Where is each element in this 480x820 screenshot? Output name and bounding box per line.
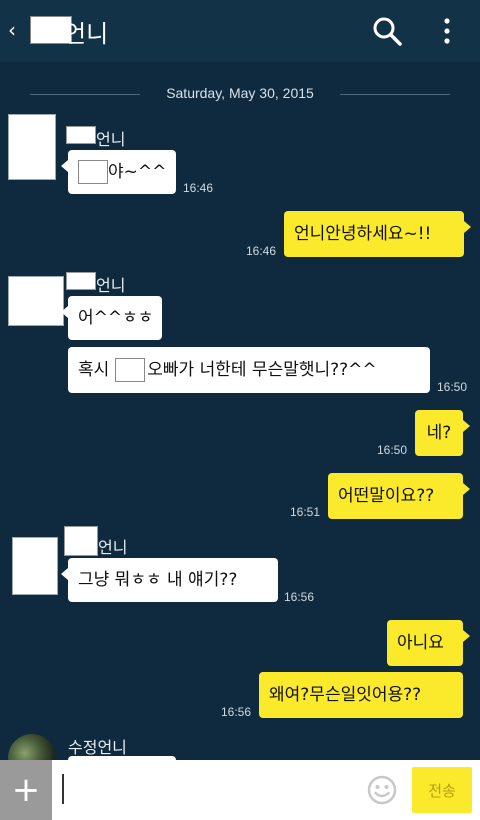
message-bubble[interactable]: 아니요 [387,620,470,666]
date-text: Saturday, May 30, 2015 [166,85,314,101]
chat-title: 언니 [64,20,109,48]
message-text: 어떤말이요?? [338,485,435,506]
redaction-box [64,526,98,556]
message-text: 야~^^ [108,161,167,182]
message-bubble[interactable]: 언니안녕하세요~!! [284,211,471,257]
redaction-box [66,126,96,144]
message-bubble[interactable]: 어떤말이요?? [328,473,470,519]
message-text: 왜여?무슨일잇어용?? [269,684,422,705]
message-time: 16:50 [377,443,408,457]
message-bubble[interactable]: 어^^ㅎㅎ [61,296,162,340]
message-text: 아니요 [397,632,444,653]
search-icon[interactable] [370,14,404,48]
message-input[interactable] [58,770,358,810]
redaction-box [115,358,146,382]
message-bubble[interactable]: 네? [415,410,470,456]
message-text: 어^^ㅎㅎ [78,307,154,328]
message-time: 16:51 [290,505,321,519]
smiley-icon[interactable] [366,774,398,806]
send-button[interactable]: 전송 [412,767,472,813]
text-cursor [62,774,64,804]
sender-name: 수정언니 [68,738,127,757]
back-icon[interactable]: ‹ [8,18,16,42]
message-text: 언니안녕하세요~!! [294,223,432,244]
redaction-box [78,160,108,184]
attach-button[interactable]: + [0,760,52,820]
sender-name: 언니 [96,130,126,149]
more-vertical-icon[interactable] [432,14,462,48]
message-bubble[interactable]: 그냥 뭐ㅎㅎ 내 얘기?? [61,558,278,602]
message-time: 16:46 [183,181,214,195]
message-time: 16:50 [437,380,468,394]
message-text: 네? [426,422,452,443]
avatar[interactable] [8,114,56,180]
message-bubble[interactable]: 야~^^ [60,150,177,194]
date-divider: Saturday, May 30, 2015 [30,85,450,105]
message-time: 16:56 [221,705,252,719]
avatar[interactable] [8,276,64,326]
message-bubble[interactable]: 혹시 오빠가 너한테 무슨말햇니??^^ [68,347,430,393]
message-text: 혹시 [78,359,110,380]
sender-name: 언니 [98,538,128,557]
avatar[interactable] [12,537,58,595]
message-time: 16:56 [284,590,315,604]
plus-icon: + [11,770,41,810]
input-bar: + 전송 [0,760,480,820]
message-text: 오빠가 너한테 무슨말햇니??^^ [147,359,377,380]
message-bubble[interactable]: 왜여?무슨일잇어용?? [259,672,463,718]
message-time: 16:46 [246,244,277,258]
message-text: 그냥 뭐ㅎㅎ 내 얘기?? [78,569,238,590]
top-bar: ‹ 언니 [0,0,480,62]
redaction-box [66,272,96,290]
sender-name: 언니 [96,276,126,295]
send-label: 전송 [428,781,456,800]
